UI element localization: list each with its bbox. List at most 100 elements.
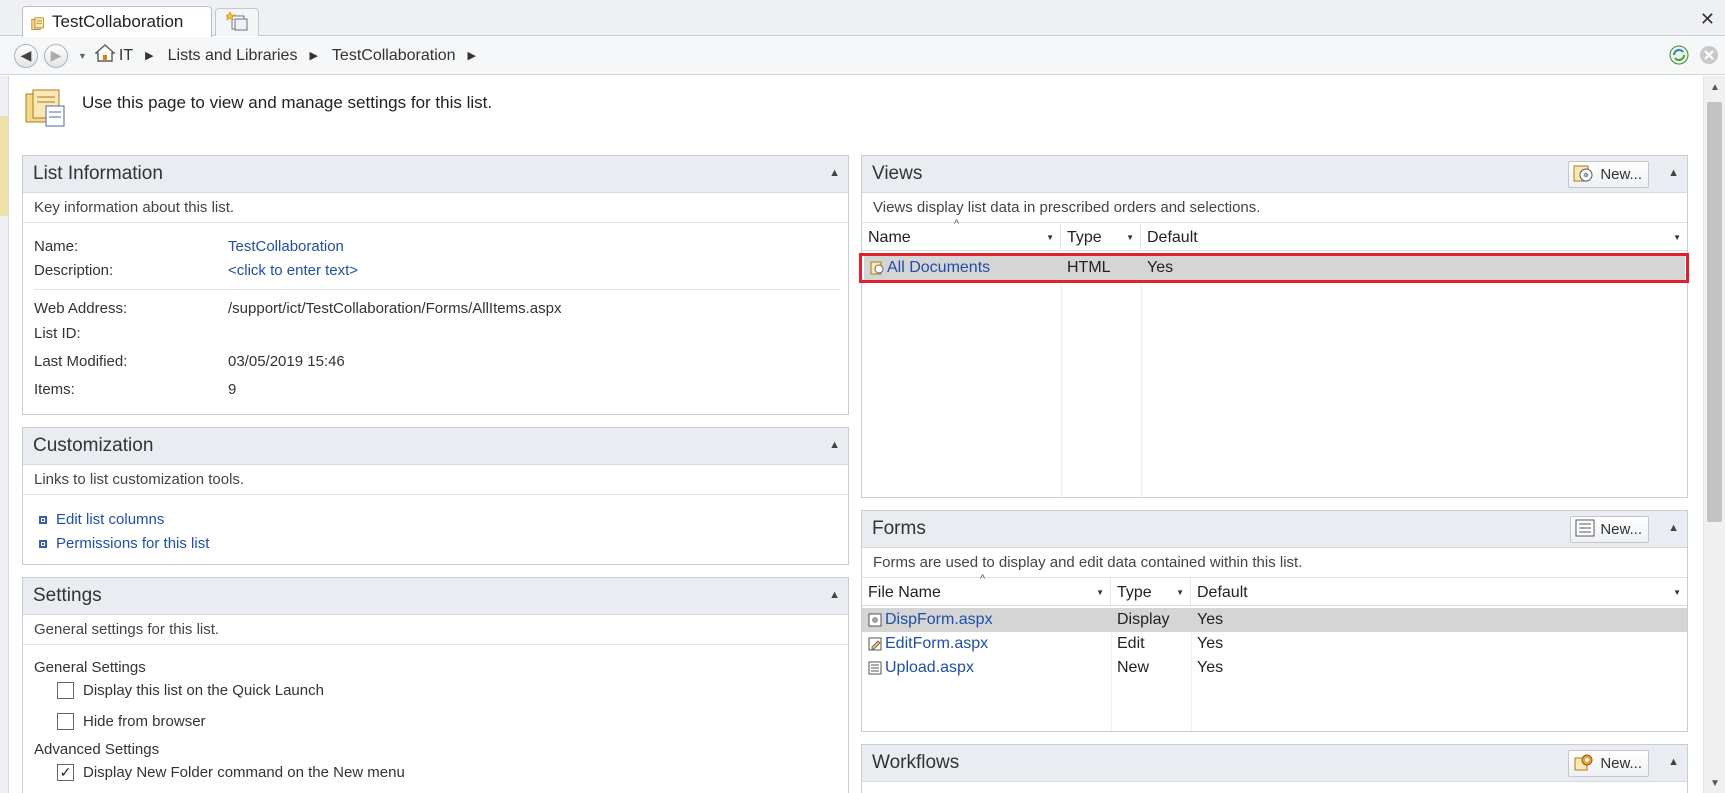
new-view-icon (1573, 163, 1595, 187)
navigation-bar: ◀ ▶ ▼ IT ▶ Lists and Libraries ▶ TestCol… (0, 37, 1725, 75)
table-row[interactable]: EditForm.aspx Edit Yes (862, 632, 1687, 656)
page-intro: Use this page to view and manage setting… (24, 88, 492, 133)
form-name-link[interactable]: Upload.aspx (885, 659, 974, 677)
breadcrumb-item-it[interactable]: IT (119, 47, 133, 65)
sort-ascending-icon: ^ (980, 573, 986, 585)
collapse-icon[interactable]: ▲ (1668, 756, 1679, 768)
panel-title: Forms (872, 518, 926, 539)
vertical-scrollbar[interactable]: ▲ ▼ (1703, 76, 1725, 793)
scrollbar-thumb[interactable] (1707, 102, 1722, 522)
collapse-icon[interactable]: ▲ (1668, 167, 1679, 179)
permissions-link[interactable]: Permissions for this list (39, 535, 209, 552)
highlight-box (859, 253, 1689, 283)
chevron-down-icon[interactable]: ▼ (1176, 588, 1184, 597)
breadcrumb: IT ▶ Lists and Libraries ▶ TestCollabora… (94, 44, 490, 67)
panel-description: Key information about this list. (23, 193, 848, 223)
new-folder-option[interactable]: ✓ Display New Folder command on the New … (57, 764, 405, 781)
table-row[interactable]: Upload.aspx New Yes (862, 656, 1687, 680)
chevron-down-icon[interactable]: ▼ (1673, 588, 1681, 597)
chevron-down-icon[interactable]: ▼ (1673, 233, 1681, 242)
new-form-button[interactable]: New... (1570, 516, 1649, 543)
new-folder-checkbox[interactable]: ✓ (57, 764, 74, 781)
edit-list-columns-link[interactable]: Edit list columns (39, 511, 164, 528)
forms-grid-header: ^ File Name ▼ Type ▼ Default ▼ (862, 573, 1687, 606)
chevron-right-icon[interactable]: ▶ (145, 49, 153, 62)
tab-label: TestCollaboration (52, 12, 184, 31)
name-value[interactable]: TestCollaboration (228, 238, 344, 255)
column-divider (1061, 276, 1062, 497)
display-form-icon (868, 613, 882, 627)
description-value[interactable]: <click to enter text> (228, 262, 358, 279)
tab-testcollaboration[interactable]: TestCollaboration (22, 6, 212, 37)
collapse-icon[interactable]: ▲ (829, 439, 840, 451)
panel-description: Forms are used to display and edit data … (862, 548, 1687, 578)
panel-description: General settings for this list. (23, 615, 848, 645)
views-grid-header: ^ Name ▼ Type ▼ Default ▼ (862, 218, 1687, 251)
quick-launch-option[interactable]: Display this list on the Quick Launch (57, 682, 324, 699)
chevron-down-icon[interactable]: ▼ (1126, 233, 1134, 242)
collapse-icon[interactable]: ▲ (829, 167, 840, 179)
forms-panel: Forms New... ▲ Forms are used to display… (861, 510, 1688, 732)
form-default: Yes (1197, 635, 1224, 652)
new-form-icon (1575, 519, 1595, 541)
home-icon[interactable] (94, 44, 116, 67)
workflows-header: Workflows New... ▲ (862, 745, 1687, 782)
hide-from-browser-checkbox[interactable] (57, 713, 74, 730)
web-address-label: Web Address: (34, 300, 128, 317)
breadcrumb-item-lists-and-libraries[interactable]: Lists and Libraries (168, 47, 298, 65)
customization-panel: Customization ▲ Links to list customizat… (22, 427, 849, 565)
quick-launch-checkbox[interactable] (57, 682, 74, 699)
chevron-down-icon[interactable]: ▼ (1046, 233, 1054, 242)
last-modified-label: Last Modified: (34, 353, 128, 370)
chevron-down-icon[interactable]: ▼ (78, 51, 87, 61)
column-divider (1141, 276, 1142, 497)
column-header-type[interactable]: Type ▼ (1061, 224, 1141, 251)
tab-bar: TestCollaboration ✕ (0, 0, 1725, 37)
refresh-icon[interactable] (1667, 43, 1691, 67)
column-header-type[interactable]: Type ▼ (1111, 579, 1191, 606)
forward-arrow-icon[interactable]: ▶ (44, 43, 68, 68)
panel-title: Workflows (872, 752, 960, 773)
upload-form-icon (868, 661, 882, 675)
chevron-down-icon[interactable]: ▼ (1096, 588, 1104, 597)
workflows-panel: Workflows New... ▲ (861, 744, 1688, 793)
settings-panel: Settings ▲ General settings for this lis… (22, 577, 849, 793)
general-settings-heading: General Settings (34, 659, 146, 676)
form-type: New (1117, 659, 1150, 676)
column-header-file-name[interactable]: ^ File Name ▼ (862, 573, 1111, 606)
scroll-up-icon[interactable]: ▲ (1710, 82, 1720, 93)
items-label: Items: (34, 381, 75, 398)
chevron-right-icon[interactable]: ▶ (309, 49, 317, 62)
intro-text: Use this page to view and manage setting… (82, 93, 493, 112)
last-modified-value: 03/05/2019 15:46 (228, 353, 345, 370)
new-workflow-button[interactable]: New... (1568, 750, 1649, 777)
advanced-settings-heading: Advanced Settings (34, 741, 160, 758)
new-tab-button[interactable] (215, 8, 259, 36)
form-name-link[interactable]: EditForm.aspx (885, 635, 988, 653)
column-header-name[interactable]: ^ Name ▼ (862, 218, 1061, 251)
bullet-icon (39, 515, 47, 524)
collapse-icon[interactable]: ▲ (1668, 522, 1679, 534)
description-label: Description: (34, 262, 114, 279)
breadcrumb-item-testcollaboration[interactable]: TestCollaboration (332, 47, 456, 65)
hide-from-browser-option[interactable]: Hide from browser (57, 713, 206, 730)
table-row[interactable]: DispForm.aspx Display Yes (862, 608, 1687, 632)
panel-title: List Information (33, 163, 163, 184)
close-icon[interactable]: ✕ (1700, 9, 1715, 30)
list-id-label: List ID: (34, 325, 81, 342)
panel-title: Settings (33, 585, 102, 606)
collapse-icon[interactable]: ▲ (829, 589, 840, 601)
list-settings-icon (31, 15, 45, 30)
stop-icon[interactable] (1697, 43, 1721, 67)
chevron-right-icon[interactable]: ▶ (468, 49, 476, 62)
column-header-default[interactable]: Default ▼ (1141, 224, 1687, 251)
scroll-down-icon[interactable]: ▼ (1710, 778, 1720, 789)
panel-description: Views display list data in prescribed or… (862, 193, 1687, 223)
sort-ascending-icon: ^ (954, 218, 960, 230)
column-header-default[interactable]: Default ▼ (1191, 579, 1687, 606)
new-view-button[interactable]: New... (1568, 161, 1649, 188)
form-name-link[interactable]: DispForm.aspx (885, 611, 993, 629)
forms-header: Forms New... ▲ (862, 511, 1687, 548)
form-type: Edit (1117, 635, 1145, 652)
back-arrow-icon[interactable]: ◀ (14, 43, 38, 68)
